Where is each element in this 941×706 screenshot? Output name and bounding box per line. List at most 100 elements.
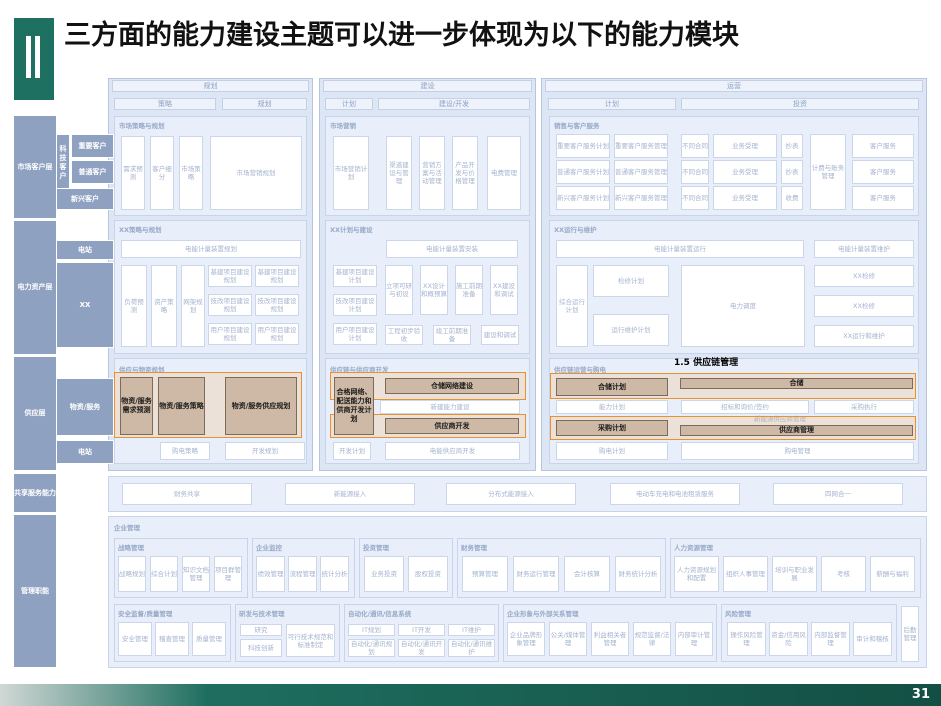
build-box-m5: 电费管理 bbox=[487, 136, 521, 210]
plan-box-m3: 市场策略 bbox=[179, 136, 203, 210]
power-xx-label: XX bbox=[56, 262, 114, 348]
mgmt-strategy-2: 知识文档管理 bbox=[182, 556, 210, 592]
plan-header: 规划 bbox=[112, 80, 309, 92]
mgmt-finance-title: 财务管理 bbox=[461, 544, 487, 552]
row-market-label: 市场客户层 bbox=[14, 116, 56, 218]
mgmt-enterprise-2: 统计分析 bbox=[320, 556, 349, 592]
build-box-p3: 用户项目建设计划 bbox=[333, 323, 377, 345]
ops-box-sb1: 购电计划 bbox=[556, 442, 668, 460]
ops-box-m13: 不同合同 bbox=[681, 186, 709, 210]
module-h3: 物资/服务供应规划 bbox=[225, 377, 297, 435]
ops-box-p6: XX检修 bbox=[814, 295, 914, 317]
build-box-p8: 工程初步验收 bbox=[385, 325, 423, 345]
mgmt-invest-1: 股权投资 bbox=[408, 556, 448, 592]
mgmt-invest-0: 业务投资 bbox=[364, 556, 404, 592]
build-box-sb1: 开发计划 bbox=[333, 442, 371, 460]
plan-box-p1: 负荷预测 bbox=[121, 265, 147, 347]
mgmt-rd-1: 科技创新 bbox=[240, 639, 282, 657]
shared-item-3: 电动车充电和电池租赁服务 bbox=[610, 483, 740, 505]
ops-sub-e: 计划 bbox=[548, 98, 676, 110]
mgmt-it-5: 自动化/通讯维护 bbox=[448, 639, 495, 657]
build-box-p1: 基建项目建设计划 bbox=[333, 265, 377, 287]
build-box-m2: 渠道建设与管理 bbox=[386, 136, 412, 210]
plan-box-m4: 市场营销规划 bbox=[210, 136, 302, 210]
row-supply-label: 供应层 bbox=[14, 357, 56, 470]
plan-sub-b: 规划 bbox=[222, 98, 307, 110]
mgmt-hr-1: 组织人事管理 bbox=[723, 556, 768, 592]
build-box-p6: 施工前期准备 bbox=[455, 265, 483, 315]
mgmt-corp-1: 公关/媒体管理 bbox=[549, 622, 587, 656]
plan-box-p6: 技改项目建设规划 bbox=[208, 294, 252, 316]
market-mid-label: 普通客户 bbox=[71, 160, 114, 184]
mgmt-safety-2: 质量管理 bbox=[192, 622, 226, 656]
module-h1: 物资/服务需求预测 bbox=[120, 377, 153, 435]
module-h6: 供应商开发 bbox=[385, 418, 519, 434]
plan-box-p9: 用户项目建设规划 bbox=[255, 323, 299, 345]
mgmt-risk-0: 操作风险管理 bbox=[727, 622, 766, 656]
mgmt-it-2: IT维护 bbox=[448, 624, 495, 636]
mgmt-corp-3: 规范监督/法律 bbox=[633, 622, 671, 656]
module-h5: 仓储网络建设 bbox=[385, 378, 519, 394]
ops-box-ptop2: 电能计量装置维护 bbox=[814, 240, 914, 258]
plan-box-sb1: 购电策略 bbox=[160, 442, 210, 460]
mgmt-finance-1: 财务运行管理 bbox=[513, 556, 559, 592]
mgmt-corp-title: 企业形象与外部关系管理 bbox=[507, 610, 579, 618]
mgmt-safety-1: 稽查管理 bbox=[155, 622, 189, 656]
ops-box-m4: 普通客户服务管理 bbox=[614, 160, 668, 184]
mgmt-invest-title: 投资管理 bbox=[363, 544, 389, 552]
build-power-title: XX计划与建设 bbox=[330, 226, 373, 234]
plan-box-p5: 基建项目建设规划 bbox=[255, 265, 299, 287]
build-box-p10: 建设和调试 bbox=[481, 325, 519, 345]
ops-box-m10: 不同合同 bbox=[681, 160, 709, 184]
plan-box-p4: 基建项目建设规划 bbox=[208, 265, 252, 287]
build-box-m3: 营销方案与活动管理 bbox=[419, 136, 445, 210]
mgmt-enterprise-1: 流程管理 bbox=[288, 556, 317, 592]
mgmt-hr-2: 培训与职业发展 bbox=[772, 556, 817, 592]
plan-box-ptop: 电能计量装置规划 bbox=[121, 240, 301, 258]
ops-box-m7: 不同合同 bbox=[681, 134, 709, 158]
page-number: 31 bbox=[911, 687, 930, 702]
mgmt-it-0: IT规划 bbox=[348, 624, 395, 636]
shared-item-1: 新能源接入 bbox=[285, 483, 415, 505]
mgmt-strategy-3: 项目群管理 bbox=[214, 556, 242, 592]
shared-item-4: 四网合一 bbox=[773, 483, 903, 505]
ops-box-m15: 收费 bbox=[781, 186, 803, 210]
ops-box-m1: 重要客户服务计划 bbox=[556, 134, 610, 158]
build-box-m4: 产品开发与价格管理 bbox=[452, 136, 478, 210]
page-title: 三方面的能力建设主题可以进一步体现为以下的能力模块 bbox=[64, 20, 739, 51]
ops-box-m3: 普通客户服务计划 bbox=[556, 160, 610, 184]
ops-box-p5: XX检修 bbox=[814, 265, 914, 287]
power-elec-label: 电站 bbox=[56, 240, 114, 260]
mgmt-safety-0: 安全管理 bbox=[118, 622, 152, 656]
mgmt-enterprise-0: 绩效管理 bbox=[256, 556, 285, 592]
ops-box-s1: 能力计划 bbox=[556, 400, 668, 414]
ops-box-p3: 运行维护计划 bbox=[593, 314, 669, 346]
mgmt-risk-1: 资金/信用风险 bbox=[769, 622, 808, 656]
mgmt-title: 企业管理 bbox=[114, 524, 140, 532]
mgmt-rd-0: 研究 bbox=[240, 624, 282, 636]
mgmt-finance-2: 会计核算 bbox=[564, 556, 610, 592]
plan-box-p2: 资产策略 bbox=[151, 265, 177, 347]
mgmt-corp-4: 内部审计管理 bbox=[675, 622, 713, 656]
build-box-p2: 技改项目建设计划 bbox=[333, 294, 377, 316]
ops-box-p7: XX运行和维护 bbox=[814, 325, 914, 347]
ops-box-m11: 业务受理 bbox=[713, 160, 777, 184]
plan-box-p8: 用户项目建设规划 bbox=[208, 323, 252, 345]
ops-box-m9: 抄表 bbox=[781, 134, 803, 158]
supply-elec-label: 电站 bbox=[56, 440, 114, 464]
mgmt-hr-title: 人力资源管理 bbox=[674, 544, 713, 552]
mgmt-corp-0: 企业品牌形象管理 bbox=[507, 622, 545, 656]
mgmt-strategy-0: 战略规划 bbox=[118, 556, 146, 592]
ops-box-m12: 抄表 bbox=[781, 160, 803, 184]
ops-box-m19: 客户服务 bbox=[852, 186, 914, 210]
module-h10: 供应商管理 bbox=[680, 425, 913, 436]
market-new-label: 新兴客户 bbox=[56, 188, 114, 210]
mgmt-it-title: 自动化/通讯/信息系统 bbox=[348, 610, 412, 618]
mgmt-hr-0: 人力资源规划和配置 bbox=[674, 556, 719, 592]
module-h4: 合格网络、配送能力和供商开发计划 bbox=[334, 377, 374, 435]
mgmt-safety-title: 安全监督/质量管理 bbox=[118, 610, 173, 618]
mgmt-it-1: IT开发 bbox=[398, 624, 445, 636]
build-sub-d: 建设/开发 bbox=[378, 98, 530, 110]
module-h7: 合储计划 bbox=[556, 378, 668, 396]
build-box-p9: 竣工前期准备 bbox=[433, 325, 471, 345]
